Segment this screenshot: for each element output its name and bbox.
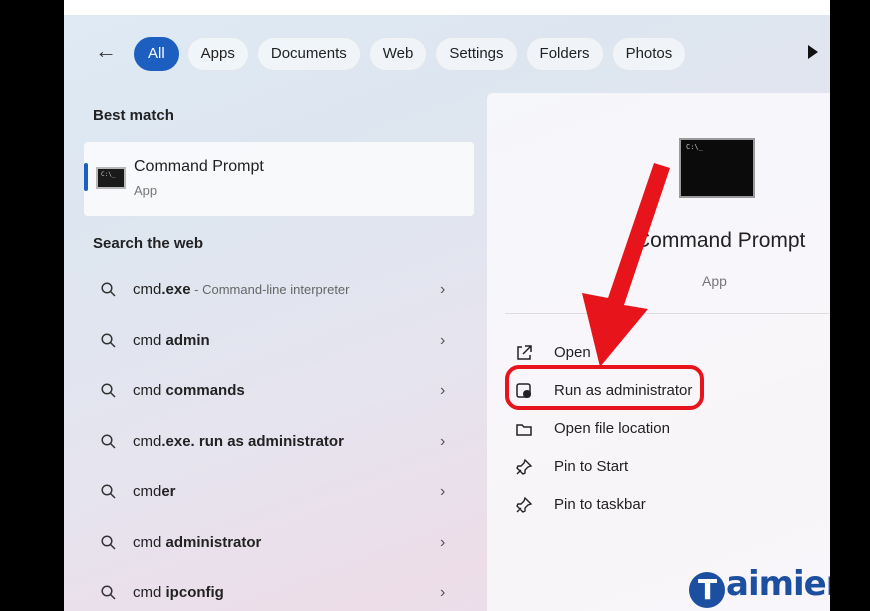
web-result-text: cmd.exe - Command-line interpreter [133,281,350,298]
back-arrow-icon[interactable]: ← [94,39,118,63]
pin-icon [516,458,533,475]
chip-folders[interactable]: Folders [525,37,604,71]
best-match-subtitle: App [134,183,158,198]
web-result-prefix: cmd [133,483,162,500]
web-result-prefix: cmd [133,584,166,601]
watermark-logo: Taimienphi [689,564,830,608]
chip-web[interactable]: Web [368,37,428,71]
best-match-title: Command Prompt [134,158,264,175]
command-prompt-icon [96,167,126,189]
chip-apps[interactable]: Apps [186,37,249,71]
chevron-right-icon: › [440,382,446,399]
web-result-bold: administrator [165,533,262,551]
action-pin-to-start-label: Pin to Start [554,458,629,475]
chevron-right-icon: › [440,483,446,500]
web-result-row[interactable]: cmd.exe. run as administrator › [84,421,474,467]
web-result-prefix: cmd [133,382,166,399]
web-result-bold: ipconfig [165,584,224,601]
search-web-heading: Search the web [93,235,204,252]
web-result-prefix: cmd [133,281,162,298]
chip-settings[interactable]: Settings [435,37,518,71]
web-result-text: cmd admin [133,332,210,349]
selection-indicator [84,163,88,191]
web-result-row[interactable]: cmder › [84,471,474,517]
pin-icon [516,496,533,513]
web-result-bold: .exe [161,281,191,298]
search-icon [101,534,116,550]
top-border [0,0,870,15]
action-open-file-location-label: Open file location [554,420,670,437]
details-title: Command Prompt [635,229,806,252]
best-match-result[interactable]: Command Prompt App [84,142,474,216]
search-panel: ← All Apps Documents Web Settings Folder… [64,15,830,611]
web-result-prefix: cmd [133,331,166,349]
chevron-right-icon: › [440,533,446,551]
watermark-letter: T [689,572,725,608]
search-icon [101,484,116,499]
search-icon [101,585,116,600]
web-result-bold: .exe. run as administrator [161,432,344,450]
search-icon [101,282,116,297]
web-result-text: cmder [133,483,176,500]
chevron-right-icon: › [440,432,446,450]
best-match-heading: Best match [93,107,174,124]
web-result-row[interactable]: cmd commands › [84,370,474,416]
web-result-row[interactable]: cmd ipconfig › [84,572,474,611]
annotation-highlight-box [505,365,704,410]
filter-chips: All Apps Documents Web Settings Folders … [134,37,687,71]
web-result-prefix: cmd [133,533,166,551]
web-result-row[interactable]: cmd administrator › [84,522,474,568]
chip-photos[interactable]: Photos [611,37,687,71]
chip-documents[interactable]: Documents [256,37,361,71]
web-result-prefix: cmd [133,432,162,450]
web-result-text: cmd commands [133,382,245,399]
web-result-row[interactable]: cmd admin › [84,320,474,366]
web-result-bold: admin [165,331,210,349]
action-open-label: Open [554,344,591,361]
web-result-text: cmd ipconfig [133,584,224,601]
details-pane: Command Prompt App Open Run as administr… [487,93,830,611]
chevron-right-icon: › [440,331,446,349]
chip-all[interactable]: All [134,37,179,71]
web-result-text: cmd.exe. run as administrator [133,433,344,450]
details-subtitle: App [702,273,727,289]
web-result-text: cmd administrator [133,534,261,551]
command-prompt-large-icon [679,138,755,198]
search-icon [101,433,116,449]
search-icon [101,383,116,398]
chevron-right-icon: › [440,281,446,298]
details-divider [505,313,830,314]
search-icon [101,332,116,348]
left-black-border [0,0,64,611]
folder-icon [516,424,532,436]
web-result-description: - Command-line interpreter [190,282,350,297]
action-pin-to-taskbar-label: Pin to taskbar [554,496,646,513]
right-black-border [830,0,870,611]
watermark-text: aimienphi [726,564,830,604]
more-filters-arrow-icon[interactable] [808,45,818,59]
web-result-bold: commands [165,382,245,399]
web-result-bold: er [161,483,176,500]
web-result-row[interactable]: cmd.exe - Command-line interpreter › [84,269,474,315]
chevron-right-icon: › [440,584,446,601]
open-external-icon [517,345,532,360]
